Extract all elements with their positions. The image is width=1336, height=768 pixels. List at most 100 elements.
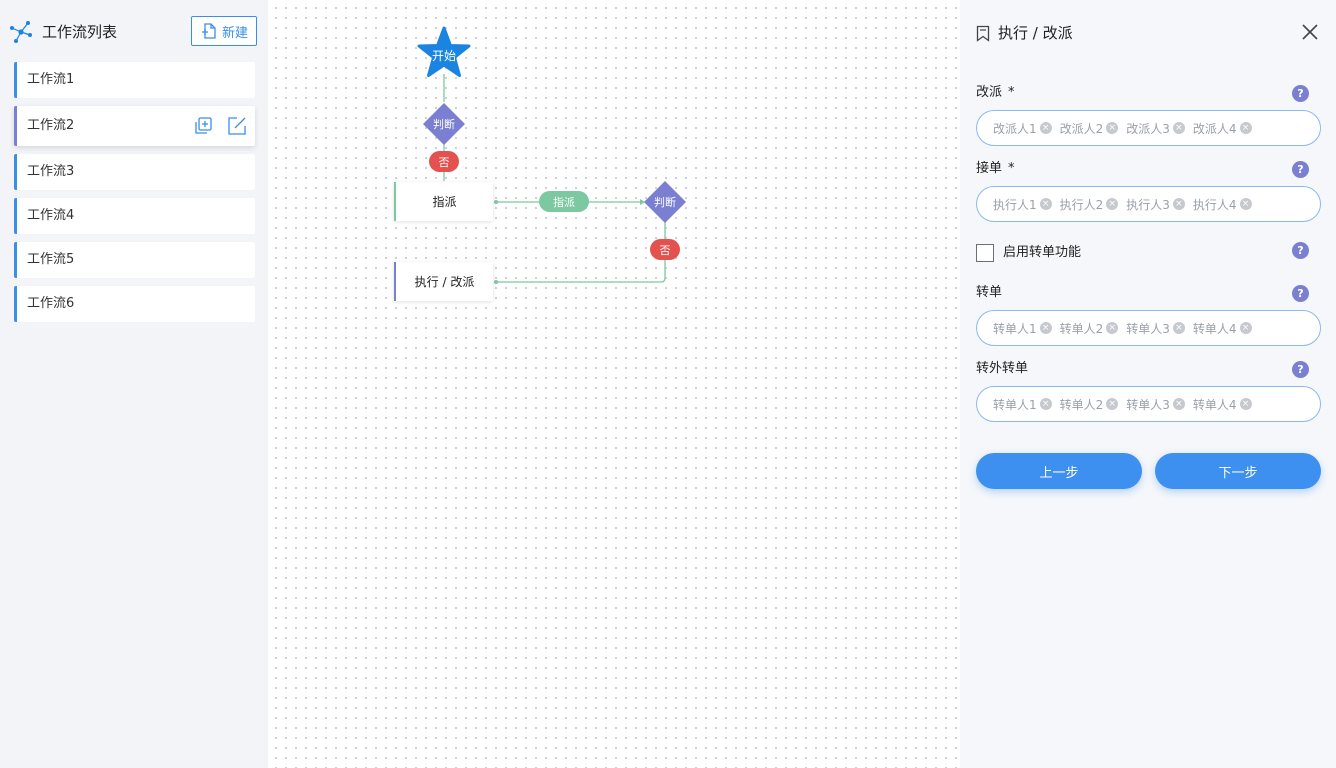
- transfer-label: 转单: [976, 285, 1003, 300]
- tag-label: 执行人4: [1192, 197, 1237, 212]
- tag-remove-icon[interactable]: ×: [1106, 398, 1119, 410]
- tag: 执行人1 ×: [993, 196, 1052, 213]
- tag-label: 执行人2: [1059, 197, 1104, 212]
- accept-label-text: 接单: [976, 161, 1003, 176]
- workflow-item[interactable]: 工作流3: [14, 154, 255, 190]
- tag-remove-icon[interactable]: ×: [1172, 122, 1185, 134]
- sidebar-header: 工作流列表 新建: [0, 0, 268, 62]
- tag: 转单人3 ×: [1126, 396, 1185, 413]
- tag-remove-icon[interactable]: ×: [1106, 198, 1119, 210]
- enable-transfer-checkbox[interactable]: [976, 244, 994, 262]
- properties-panel: 执行 / 改派 改派 * ? 改派人1 × 改派人2 × 改派人3 × 改派人4 × 接单…: [960, 0, 1336, 768]
- tag: 改派人2 ×: [1060, 120, 1119, 137]
- tag-remove-icon[interactable]: ×: [1239, 322, 1252, 334]
- tag: 执行人3 ×: [1126, 196, 1185, 213]
- tag: 改派人1 ×: [993, 120, 1052, 137]
- tag-label: 转单人3: [1126, 321, 1170, 336]
- tag: 转单人4 ×: [1193, 396, 1252, 413]
- tag-remove-icon[interactable]: ×: [1039, 322, 1052, 334]
- workflow-item[interactable]: 工作流5: [14, 242, 255, 278]
- reassign-label: 改派 *: [976, 84, 1015, 102]
- tag: 转单人2 ×: [1060, 320, 1119, 337]
- required-mark: *: [1008, 85, 1015, 100]
- flow-canvas[interactable]: 开始 判断 否 指派 判断 否 指派 执行 / 改派: [268, 0, 960, 768]
- tag: 转单人1 ×: [993, 396, 1052, 413]
- assign-node-label: 指派: [432, 195, 457, 209]
- help-icon[interactable]: ?: [1292, 85, 1309, 102]
- workflow-item-label: 工作流2: [27, 118, 75, 133]
- tag-label: 转单人1: [993, 397, 1037, 412]
- workflow-item[interactable]: 工作流4: [14, 198, 255, 234]
- tag: 改派人4 ×: [1193, 120, 1252, 137]
- workflow-item[interactable]: 工作流6: [14, 286, 255, 322]
- reassign-select[interactable]: 改派人1 × 改派人2 × 改派人3 × 改派人4 ×: [976, 110, 1321, 146]
- exec-reassign-node[interactable]: 执行 / 改派: [394, 262, 493, 301]
- help-icon[interactable]: ?: [1292, 361, 1309, 378]
- tag-remove-icon[interactable]: ×: [1039, 398, 1052, 410]
- workflow-item-label: 工作流3: [27, 164, 75, 179]
- close-icon[interactable]: [1300, 22, 1320, 42]
- bookmark-icon: [976, 25, 990, 42]
- tag: 执行人4 ×: [1193, 196, 1252, 213]
- tag-remove-icon[interactable]: ×: [1039, 198, 1052, 210]
- help-icon[interactable]: ?: [1292, 161, 1309, 178]
- tag-remove-icon[interactable]: ×: [1106, 322, 1119, 334]
- external-transfer-select[interactable]: 转单人1 × 转单人2 × 转单人3 × 转单人4 ×: [976, 386, 1321, 422]
- tag-label: 执行人1: [993, 197, 1037, 212]
- tag-remove-icon[interactable]: ×: [1239, 398, 1252, 410]
- tag-label: 转单人3: [1126, 397, 1170, 412]
- tag-remove-icon[interactable]: ×: [1172, 322, 1185, 334]
- next-step-button[interactable]: 下一步: [1155, 453, 1321, 489]
- decision-label: 判断: [654, 195, 676, 209]
- tag-label: 转单人4: [1192, 397, 1237, 412]
- workflow-item-label: 工作流1: [27, 72, 75, 87]
- assign-node[interactable]: 指派: [394, 182, 493, 221]
- tag: 改派人3 ×: [1126, 120, 1185, 137]
- workflow-item-label: 工作流4: [27, 208, 75, 223]
- tag: 执行人2 ×: [1060, 196, 1119, 213]
- workflow-item-tools: [193, 116, 247, 136]
- tag-remove-icon[interactable]: ×: [1106, 122, 1119, 134]
- workflow-item[interactable]: 工作流1: [14, 62, 255, 98]
- enable-transfer-label: 启用转单功能: [1003, 245, 1082, 260]
- panel-title: 执行 / 改派: [998, 24, 1073, 42]
- tag: 转单人3 ×: [1126, 320, 1185, 337]
- required-mark: *: [1008, 161, 1015, 176]
- tag-remove-icon[interactable]: ×: [1239, 122, 1252, 134]
- tag-label: 改派人4: [1192, 121, 1237, 136]
- accept-label: 接单 *: [976, 160, 1015, 178]
- new-workflow-button[interactable]: 新建: [191, 16, 257, 46]
- prev-step-button[interactable]: 上一步: [976, 453, 1142, 489]
- tag-remove-icon[interactable]: ×: [1172, 198, 1185, 210]
- transfer-select[interactable]: 转单人1 × 转单人2 × 转单人3 × 转单人4 ×: [976, 310, 1321, 346]
- edge-label-text: 指派: [553, 195, 575, 209]
- workflow-logo-icon: [10, 21, 32, 43]
- tag-remove-icon[interactable]: ×: [1172, 398, 1185, 410]
- edit-icon[interactable]: [227, 116, 247, 136]
- reassign-label-text: 改派: [976, 85, 1003, 100]
- tag-remove-icon[interactable]: ×: [1239, 198, 1252, 210]
- help-icon[interactable]: ?: [1292, 242, 1309, 259]
- no-badge-label: 否: [439, 156, 450, 169]
- tag-label: 转单人2: [1059, 321, 1104, 336]
- accept-select[interactable]: 执行人1 × 执行人2 × 执行人3 × 执行人4 ×: [976, 186, 1321, 222]
- copy-icon[interactable]: [193, 116, 213, 136]
- decision-label: 判断: [433, 117, 455, 131]
- workflow-item-label: 工作流5: [27, 252, 75, 267]
- start-label: 开始: [432, 49, 456, 63]
- help-icon[interactable]: ?: [1292, 285, 1309, 302]
- tag-remove-icon[interactable]: ×: [1039, 122, 1052, 134]
- new-workflow-label: 新建: [221, 24, 248, 40]
- new-document-icon: [201, 23, 216, 39]
- tag: 转单人2 ×: [1060, 396, 1119, 413]
- flow-diagram: 开始 判断 否 指派 判断 否: [417, 26, 686, 284]
- tag-label: 改派人2: [1059, 121, 1104, 136]
- workflow-item-active[interactable]: 工作流2: [14, 106, 255, 146]
- edge-port: [494, 200, 498, 204]
- sidebar-title: 工作流列表: [42, 23, 118, 41]
- workflow-list: 工作流1 工作流2 工作流3 工作流4 工作流5 工作流6: [14, 62, 255, 330]
- tag: 转单人1 ×: [993, 320, 1052, 337]
- tag-label: 转单人1: [993, 321, 1037, 336]
- tag-label: 转单人4: [1192, 321, 1237, 336]
- workflow-item-label: 工作流6: [27, 296, 75, 311]
